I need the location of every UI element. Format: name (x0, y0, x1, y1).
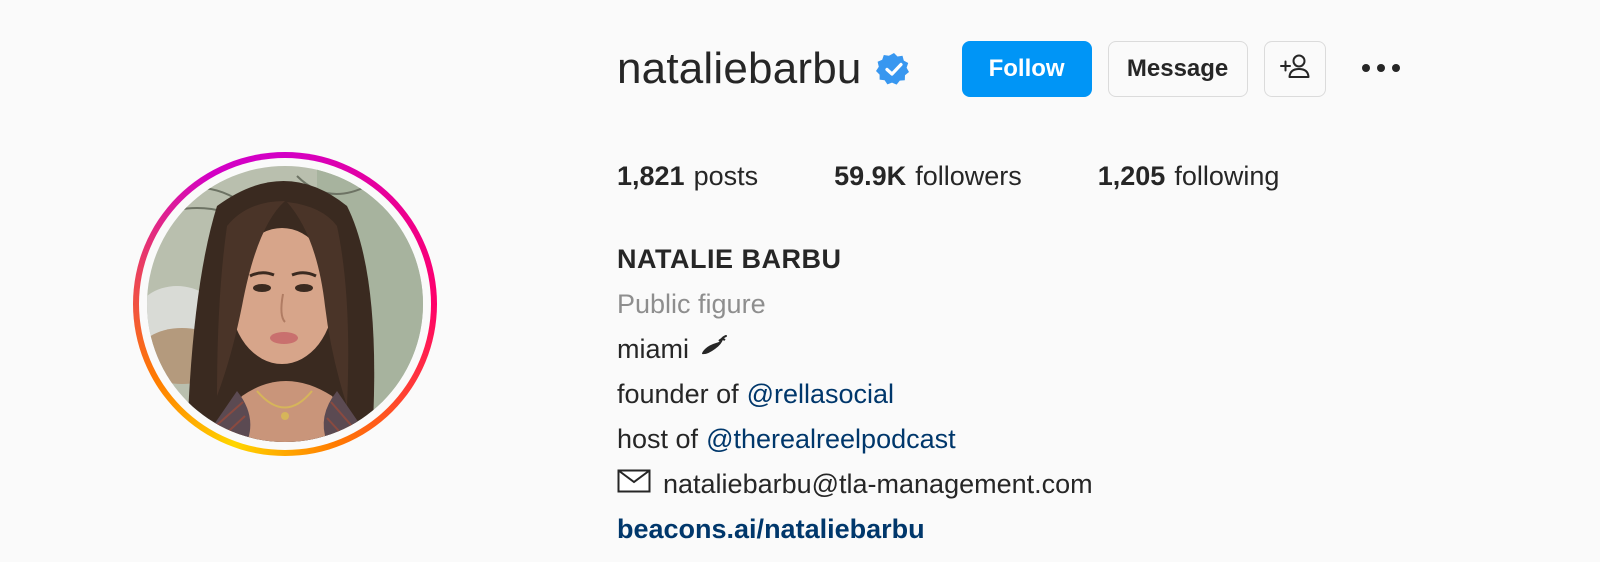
posts-count: 1,821 posts (617, 156, 758, 196)
avatar-photo-illustration (147, 166, 423, 442)
profile-header: nataliebarbu Follow Message (617, 40, 1406, 98)
posts-value: 1,821 (617, 161, 685, 191)
hot-pepper-icon (699, 327, 729, 372)
username: nataliebarbu (617, 44, 862, 93)
more-horizontal-icon (1361, 60, 1401, 78)
bio-location-text: miami (617, 334, 689, 364)
profile-stats: 1,821 posts 59.9K followers 1,205 follow… (617, 156, 1279, 196)
envelope-icon (617, 462, 651, 507)
message-button[interactable]: Message (1107, 41, 1248, 97)
bio-line-host: host of @therealreelpodcast (617, 417, 1093, 462)
website-link[interactable]: beacons.ai/nataliebarbu (617, 507, 1093, 552)
bio-host-prefix: host of (617, 424, 699, 454)
suggested-accounts-button[interactable] (1263, 41, 1326, 97)
following-value: 1,205 (1097, 161, 1166, 191)
following-label: following (1174, 161, 1280, 191)
bio-line-founder: founder of @rellasocial (617, 372, 1093, 417)
avatar-gap (139, 158, 431, 450)
category-label: Public figure (617, 289, 766, 319)
full-name: NATALIE BARBU (617, 244, 842, 274)
bio-founder-prefix: founder of (617, 379, 739, 409)
follow-button[interactable]: Follow (961, 41, 1092, 97)
bio-line-email: nataliebarbu@tla-management.com (617, 462, 1093, 507)
bio-line-location: miami (617, 327, 1093, 372)
followers-label: followers (915, 161, 1022, 191)
profile-avatar-ring[interactable] (133, 152, 437, 456)
avatar[interactable] (147, 166, 423, 442)
verified-badge-icon (875, 51, 912, 87)
profile-bio: NATALIE BARBU Public figure miami founde… (617, 237, 1093, 552)
following-link[interactable]: 1,205 following (1098, 156, 1280, 196)
followers-value: 59.9K (834, 161, 907, 191)
followers-link[interactable]: 59.9K followers (834, 156, 1022, 196)
mention-rellasocial-link[interactable]: @rellasocial (747, 372, 894, 417)
mention-therealreelpodcast-link[interactable]: @therealreelpodcast (706, 417, 956, 462)
posts-label: posts (693, 161, 759, 191)
more-options-button[interactable] (1356, 41, 1406, 97)
bio-email: nataliebarbu@tla-management.com (663, 469, 1093, 499)
add-person-icon (1279, 52, 1311, 87)
